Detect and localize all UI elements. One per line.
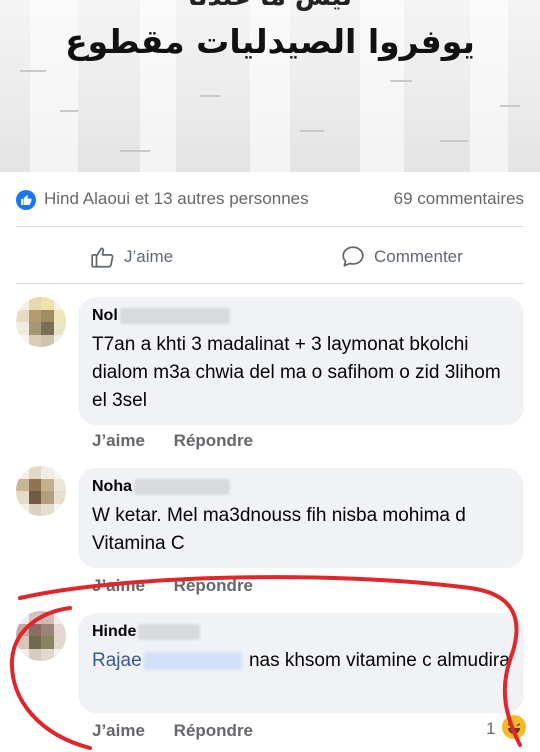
thumbs-up-outline-icon — [91, 247, 114, 268]
comment-bubble: Noha W ketar. Mel ma3dnouss fih nisba mo… — [78, 468, 524, 568]
post-image[interactable]: ليش ما عندنا يوفروا الصيدليات مقطوع — [0, 0, 540, 172]
comment-mention[interactable]: Rajae — [92, 650, 142, 671]
reactions-row: Hind Alaoui et 13 autres personnes 69 co… — [0, 178, 540, 222]
laugh-emoji-icon[interactable] — [502, 715, 526, 739]
divider — [16, 226, 524, 227]
comment-reply-link[interactable]: Répondre — [174, 431, 253, 450]
comment-actions: J’aime Répondre — [92, 431, 277, 451]
comment-actions: J’aime Répondre — [92, 721, 277, 741]
avatar[interactable] — [16, 466, 66, 516]
comment-like-link[interactable]: J’aime — [92, 576, 145, 595]
comment-bubble: Hinde Rajae nas khsom vitamine c almudir… — [78, 613, 524, 713]
comment-button-label: Commenter — [374, 247, 463, 266]
divider — [16, 283, 524, 284]
redacted-name — [138, 624, 201, 640]
redacted-mention — [143, 651, 242, 670]
comment-bubble: Nol T7an a khti 3 madalinat + 3 laymonat… — [78, 297, 524, 425]
reactors-summary[interactable]: Hind Alaoui et 13 autres personnes — [44, 189, 309, 209]
avatar[interactable] — [16, 297, 66, 347]
reaction-count[interactable]: 1 — [486, 719, 495, 739]
avatar[interactable] — [16, 611, 66, 661]
like-button-label: J’aime — [124, 247, 174, 266]
comment-author[interactable]: Hinde — [92, 623, 510, 641]
comment-reply-link[interactable]: Répondre — [174, 576, 253, 595]
comment-bubble-icon — [342, 246, 364, 267]
banner-partial-text: ليش ما عندنا — [0, 0, 540, 12]
comment-text: Rajae nas khsom vitamine c almudira — [92, 650, 510, 671]
redacted-name — [119, 308, 230, 324]
comment-author[interactable]: Nol — [92, 307, 510, 325]
comment-button[interactable]: Commenter — [340, 240, 463, 274]
comment-actions: J’aime Répondre — [92, 576, 277, 596]
redacted-name — [134, 479, 230, 495]
comment-reply-link[interactable]: Répondre — [174, 721, 253, 740]
comment-like-link[interactable]: J’aime — [92, 431, 145, 450]
comment-text: T7an a khti 3 madalinat + 3 laymonat bko… — [92, 334, 501, 411]
comment-like-link[interactable]: J’aime — [92, 721, 145, 740]
thumbs-up-icon[interactable] — [16, 190, 36, 210]
comment-count[interactable]: 69 commentaires — [394, 189, 524, 209]
comment-text: W ketar. Mel ma3dnouss fih nisba mohima … — [92, 505, 466, 554]
comment-author[interactable]: Noha — [92, 478, 510, 496]
like-button[interactable]: J’aime — [90, 240, 173, 274]
banner-headline: يوفروا الصيدليات مقطوع — [65, 22, 475, 61]
